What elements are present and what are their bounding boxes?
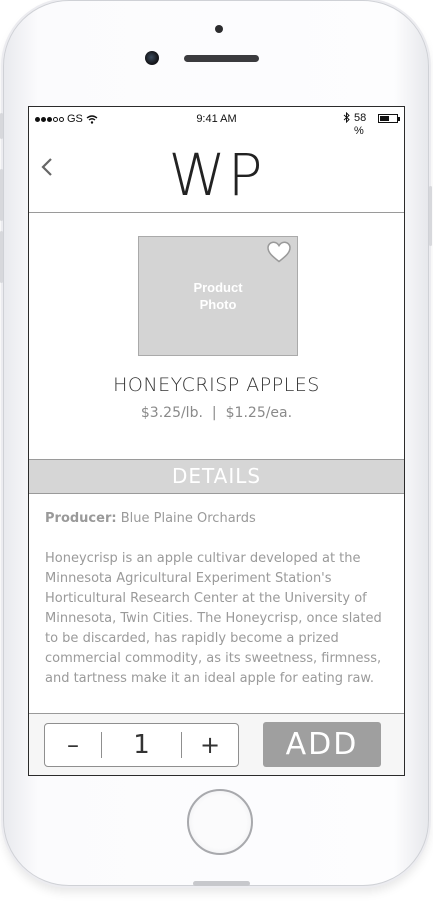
product-description: Honeycrisp is an apple cultivar develope… <box>45 551 382 686</box>
add-button[interactable]: ADD <box>263 722 381 767</box>
bluetooth-icon <box>343 112 350 123</box>
app-logo: WP <box>168 141 265 209</box>
earpiece-speaker <box>184 55 259 62</box>
producer-value: Blue Plaine Orchards <box>120 511 256 526</box>
proximity-sensor <box>215 25 223 33</box>
increment-button[interactable]: + <box>182 724 238 766</box>
nav-bar: WP <box>29 137 404 213</box>
battery-icon <box>378 114 400 123</box>
battery-percent: 58 % <box>354 112 367 137</box>
product-area: Product Photo HONEYCRISP APPLES $3.25/lb… <box>29 213 404 459</box>
bottom-edge <box>193 881 250 886</box>
power-button <box>429 186 432 246</box>
heart-icon[interactable] <box>266 240 292 264</box>
decrement-button[interactable]: – <box>45 724 101 766</box>
product-photo: Product Photo <box>138 236 298 356</box>
bottom-bar: – 1 + ADD <box>29 713 404 775</box>
status-right: 58 % <box>343 112 400 138</box>
screen: GS 9:41 AM 58 % WP Product Photo HONEYCR… <box>28 106 405 776</box>
volume-up-button <box>0 169 3 221</box>
front-camera <box>145 51 159 65</box>
quantity-stepper: – 1 + <box>44 723 239 767</box>
home-button[interactable] <box>187 789 253 855</box>
price-each: $1.25/ea. <box>225 405 293 421</box>
details-content: Producer: Blue Plaine Orchards Honeycris… <box>45 509 390 689</box>
price-line: $3.25/lb. | $1.25/ea. <box>29 405 404 421</box>
quantity-value[interactable]: 1 <box>101 730 182 760</box>
producer-line: Producer: Blue Plaine Orchards <box>45 509 390 529</box>
price-per-lb: $3.25/lb. <box>140 405 203 421</box>
product-name: HONEYCRISP APPLES <box>113 374 320 396</box>
product-photo-label: Product Photo <box>193 280 243 312</box>
volume-down-button <box>0 231 3 283</box>
price-separator: | <box>211 405 217 421</box>
details-header: DETAILS <box>29 459 404 494</box>
producer-label: Producer: <box>45 511 117 526</box>
mute-switch <box>0 113 3 139</box>
status-bar: GS 9:41 AM 58 % <box>29 107 404 137</box>
